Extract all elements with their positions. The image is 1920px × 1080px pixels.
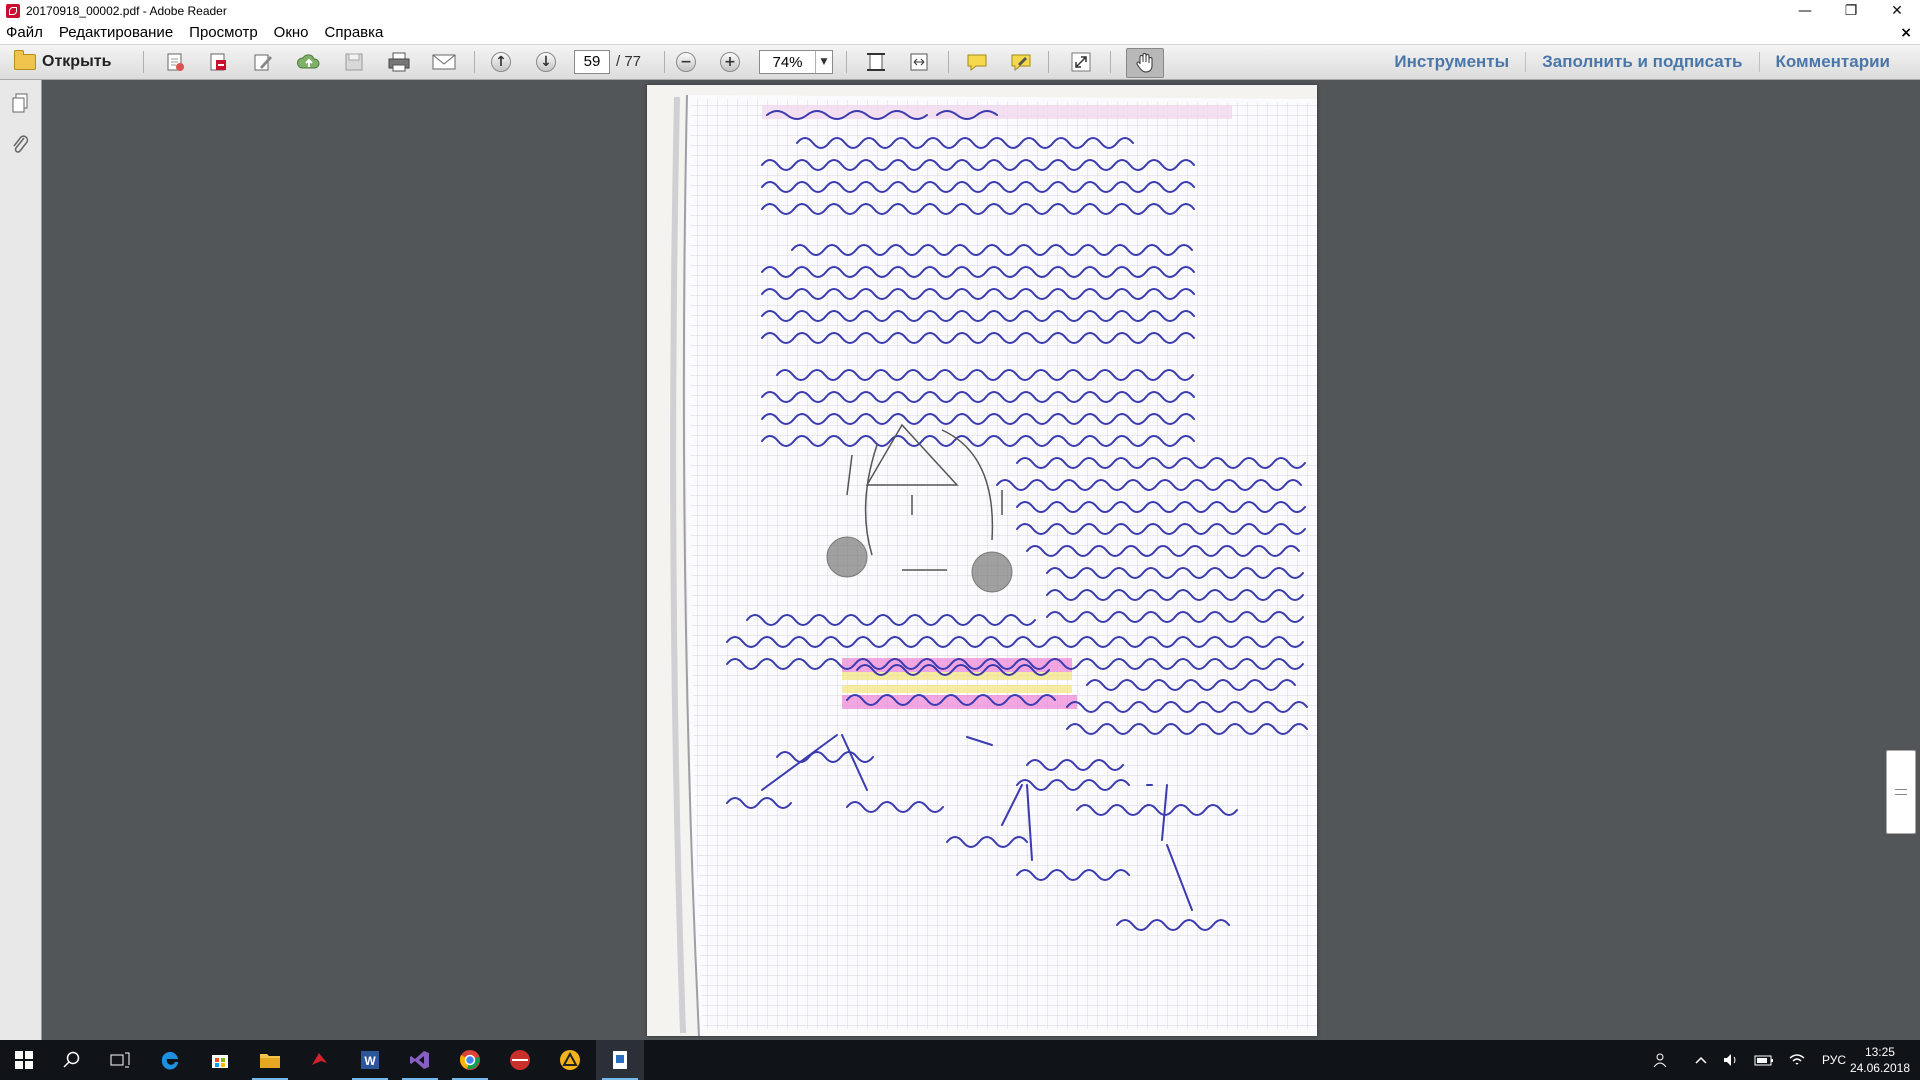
- tools-link[interactable]: Инструменты: [1378, 52, 1525, 72]
- menu-window[interactable]: Окно: [266, 22, 317, 44]
- window-controls: — ❐ ✕: [1782, 0, 1920, 22]
- fill-sign-link[interactable]: Заполнить и подписать: [1525, 52, 1758, 72]
- close-document-button[interactable]: ×: [1900, 22, 1912, 44]
- open-button-label: Открыть: [42, 53, 112, 70]
- zoom-out-icon: −: [676, 52, 696, 72]
- folder-icon: [14, 50, 36, 70]
- open-button[interactable]: Открыть: [14, 49, 111, 75]
- zoom-value: 74%: [772, 53, 803, 71]
- create-pdf-icon[interactable]: [162, 49, 188, 75]
- email-icon[interactable]: [431, 49, 457, 75]
- save-icon[interactable]: [341, 49, 367, 75]
- wifi-icon[interactable]: [1788, 1040, 1806, 1080]
- main-toolbar: Открыть ↑ ↓ 59 / 77 − + 74% ▼ Инструмент…: [0, 45, 1920, 80]
- pages-thumbnails-icon[interactable]: [10, 92, 30, 114]
- attachments-icon[interactable]: [10, 134, 30, 156]
- people-icon[interactable]: [1652, 1040, 1668, 1080]
- prev-page-icon: ↑: [491, 52, 511, 72]
- hand-tool-button[interactable]: [1126, 48, 1164, 78]
- visual-studio-icon[interactable]: [396, 1040, 444, 1080]
- toolbar-divider: [1110, 51, 1111, 73]
- app-red-icon[interactable]: [296, 1040, 344, 1080]
- toolbar-divider: [664, 51, 665, 73]
- vertical-scrollbar-thumb[interactable]: [1886, 750, 1916, 834]
- windows-taskbar: W РУС 13:25 24.06.2018: [0, 1040, 1920, 1080]
- edge-icon[interactable]: [146, 1040, 194, 1080]
- next-page-button[interactable]: ↓: [536, 49, 556, 75]
- clock-time: 13:25: [1864, 1045, 1895, 1059]
- toolbar-divider: [948, 51, 949, 73]
- menu-help[interactable]: Справка: [317, 22, 392, 44]
- export-pdf-icon[interactable]: [205, 49, 231, 75]
- title-bar: 20170918_00002.pdf - Adobe Reader — ❐ ✕: [0, 0, 1920, 22]
- toolbar-divider: [143, 51, 144, 73]
- zoom-in-icon: +: [720, 52, 740, 72]
- page-number-input[interactable]: 59: [574, 50, 610, 74]
- menu-view[interactable]: Просмотр: [181, 22, 266, 44]
- adobe-reader-app-icon: [6, 4, 20, 18]
- print-icon[interactable]: [386, 49, 412, 75]
- menu-file[interactable]: Файл: [0, 22, 51, 44]
- zoom-select[interactable]: 74% ▼: [759, 50, 833, 74]
- next-page-icon: ↓: [536, 52, 556, 72]
- fit-width-icon[interactable]: [906, 49, 932, 75]
- comment-icon[interactable]: [964, 49, 990, 75]
- hand-tool-icon: [1136, 53, 1153, 73]
- chevron-down-icon[interactable]: ▼: [815, 51, 832, 73]
- zoom-in-button[interactable]: +: [720, 49, 740, 75]
- scanned-notebook-page: [647, 85, 1317, 1036]
- volume-icon[interactable]: [1722, 1040, 1740, 1080]
- battery-icon[interactable]: [1754, 1040, 1774, 1080]
- task-view-icon[interactable]: [96, 1040, 144, 1080]
- file-explorer-icon[interactable]: [246, 1040, 294, 1080]
- start-icon[interactable]: [0, 1040, 48, 1080]
- handwritten-notes-image: [647, 85, 1317, 1036]
- comments-link[interactable]: Комментарии: [1758, 52, 1906, 72]
- adobe-reader-icon[interactable]: [596, 1040, 644, 1080]
- edit-icon[interactable]: [250, 49, 276, 75]
- fit-page-icon[interactable]: [863, 49, 889, 75]
- right-panel-links: Инструменты Заполнить и подписать Коммен…: [1378, 45, 1906, 79]
- svg-text:W: W: [364, 1054, 376, 1068]
- toolbar-divider: [1048, 51, 1049, 73]
- store-icon[interactable]: [196, 1040, 244, 1080]
- menu-bar: Файл Редактирование Просмотр Окно Справк…: [0, 22, 1920, 45]
- toolbar-divider: [474, 51, 475, 73]
- app-circle-icon[interactable]: [496, 1040, 544, 1080]
- search-icon[interactable]: [48, 1040, 96, 1080]
- upload-cloud-icon[interactable]: [296, 49, 322, 75]
- clock-date: 24.06.2018: [1849, 1061, 1910, 1075]
- page-total: / 77: [616, 53, 642, 70]
- highlight-icon[interactable]: [1008, 49, 1034, 75]
- menu-edit[interactable]: Редактирование: [51, 22, 181, 44]
- chevron-up-icon[interactable]: [1694, 1040, 1708, 1080]
- close-window-button[interactable]: ✕: [1874, 0, 1920, 22]
- system-clock[interactable]: 13:25 24.06.2018: [1850, 1044, 1910, 1076]
- minimize-button[interactable]: —: [1782, 0, 1828, 22]
- chrome-icon[interactable]: [446, 1040, 494, 1080]
- navigation-panel: [0, 80, 42, 1040]
- fullscreen-icon[interactable]: [1068, 49, 1094, 75]
- zoom-out-button[interactable]: −: [676, 49, 696, 75]
- prev-page-button[interactable]: ↑: [491, 49, 511, 75]
- word-icon[interactable]: W: [346, 1040, 394, 1080]
- app-triangle-icon[interactable]: [546, 1040, 594, 1080]
- window-title: 20170918_00002.pdf - Adobe Reader: [26, 4, 227, 18]
- toolbar-divider: [846, 51, 847, 73]
- restore-button[interactable]: ❐: [1828, 0, 1874, 22]
- language-indicator[interactable]: РУС: [1822, 1040, 1846, 1080]
